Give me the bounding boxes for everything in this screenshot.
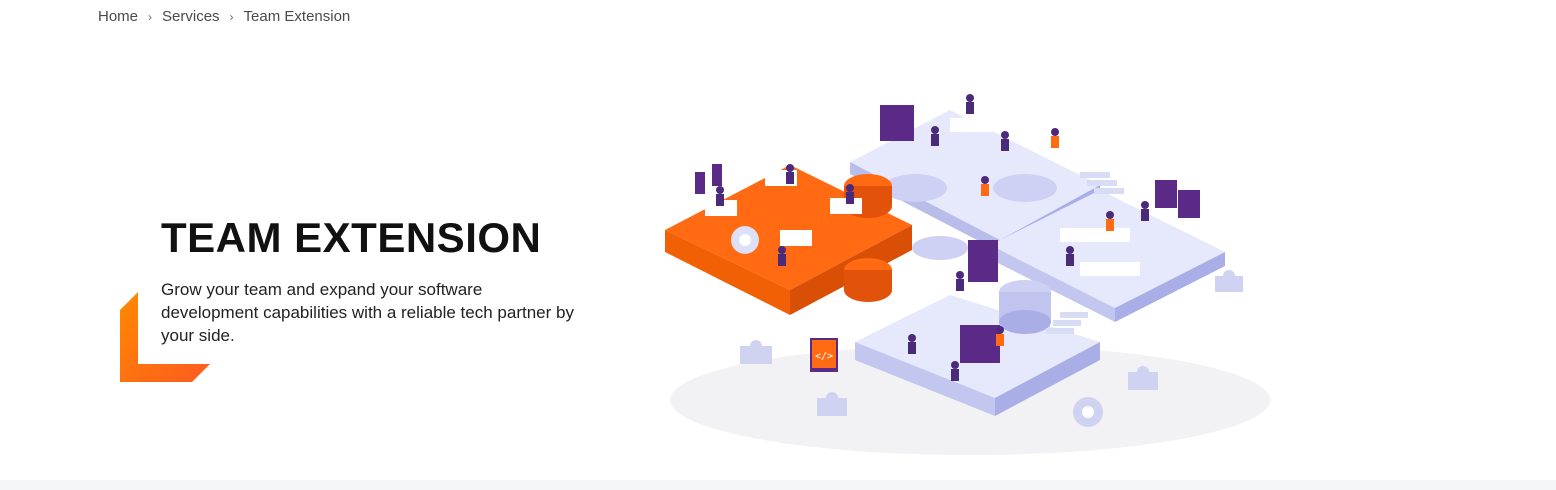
breadcrumb-separator: › (229, 9, 234, 24)
breadcrumb-separator: › (148, 9, 153, 24)
bottom-divider-strip (0, 480, 1556, 490)
page: Home › Services › Team Extension TEAM EX… (0, 0, 1556, 490)
breadcrumb-services-link[interactable]: Services (162, 8, 220, 25)
breadcrumb-current: Team Extension (243, 8, 351, 25)
team-extension-illustration: </> (665, 94, 1270, 455)
code-badge-text: </> (815, 351, 833, 362)
hero-description: Grow your team and expand your software … (161, 280, 574, 345)
code-badge-icon: </> (810, 338, 838, 372)
gear-icon (1073, 397, 1103, 427)
breadcrumb: Home › Services › Team Extension (98, 8, 350, 25)
breadcrumb-home-link[interactable]: Home (98, 8, 138, 25)
page-title: TEAM EXTENSION (161, 214, 542, 261)
